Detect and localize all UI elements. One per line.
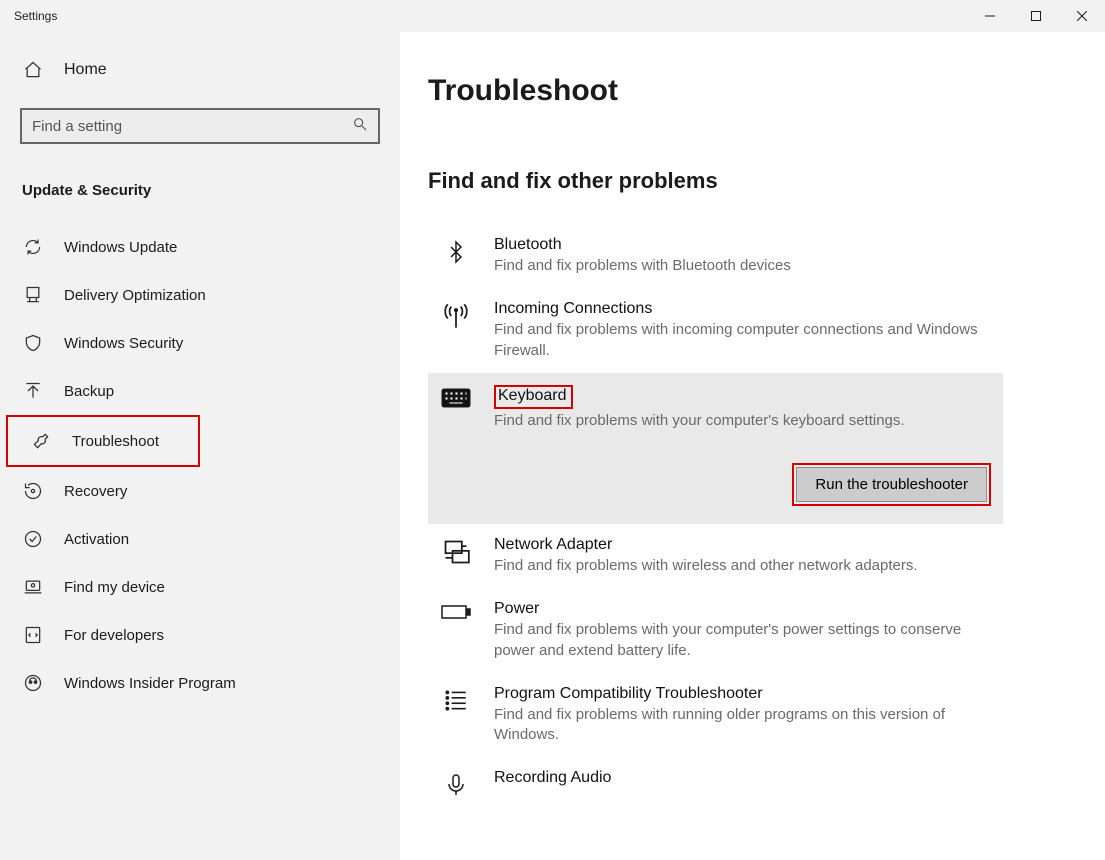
- run-troubleshooter-button[interactable]: Run the troubleshooter: [796, 467, 987, 502]
- sidebar: Home Update & Security Windows Update: [0, 32, 400, 860]
- microphone-icon: [440, 769, 472, 799]
- troubleshoot-item-desc: Find and fix problems with running older…: [494, 705, 991, 746]
- troubleshoot-item-power[interactable]: Power Find and fix problems with your co…: [428, 588, 1003, 673]
- battery-icon: [440, 600, 472, 622]
- troubleshoot-item-title: Incoming Connections: [494, 300, 991, 318]
- refresh-icon: [22, 237, 44, 257]
- sidebar-item-troubleshoot[interactable]: Troubleshoot: [6, 415, 200, 467]
- search-box[interactable]: [20, 108, 380, 144]
- troubleshoot-item-desc: Find and fix problems with incoming comp…: [494, 320, 991, 361]
- home-icon: [22, 60, 44, 80]
- troubleshoot-item-title: Network Adapter: [494, 536, 991, 554]
- troubleshoot-item-bluetooth[interactable]: Bluetooth Find and fix problems with Blu…: [428, 224, 1003, 288]
- troubleshoot-item-title: Recording Audio: [494, 769, 991, 787]
- sidebar-item-label: Delivery Optimization: [64, 287, 206, 304]
- sidebar-item-label: Windows Insider Program: [64, 675, 236, 692]
- troubleshoot-item-title: Program Compatibility Troubleshooter: [494, 685, 991, 703]
- delivery-icon: [22, 285, 44, 305]
- troubleshoot-item-desc: Find and fix problems with wireless and …: [494, 556, 991, 576]
- sidebar-item-activation[interactable]: Activation: [0, 515, 400, 563]
- maximize-button[interactable]: [1013, 0, 1059, 32]
- sidebar-item-windows-update[interactable]: Windows Update: [0, 223, 400, 271]
- titlebar: Settings: [0, 0, 1105, 32]
- troubleshoot-item-title: Keyboard: [494, 385, 573, 409]
- sidebar-group-label: Update & Security: [0, 152, 400, 211]
- check-circle-icon: [22, 529, 44, 549]
- sidebar-home[interactable]: Home: [0, 50, 400, 90]
- troubleshoot-item-network-adapter[interactable]: Network Adapter Find and fix problems wi…: [428, 524, 1003, 588]
- sidebar-item-recovery[interactable]: Recovery: [0, 467, 400, 515]
- minimize-button[interactable]: [967, 0, 1013, 32]
- insider-icon: [22, 673, 44, 693]
- recovery-icon: [22, 481, 44, 501]
- sidebar-item-label: Activation: [64, 531, 129, 548]
- developer-icon: [22, 625, 44, 645]
- sidebar-item-label: Backup: [64, 383, 114, 400]
- sidebar-item-backup[interactable]: Backup: [0, 367, 400, 415]
- keyboard-icon: [440, 385, 472, 409]
- troubleshoot-item-recording-audio[interactable]: Recording Audio: [428, 757, 1003, 811]
- sidebar-item-label: Recovery: [64, 483, 127, 500]
- window-controls: [967, 0, 1105, 32]
- sidebar-item-windows-insider[interactable]: Windows Insider Program: [0, 659, 400, 707]
- troubleshoot-item-keyboard[interactable]: Keyboard Find and fix problems with your…: [428, 373, 1003, 524]
- shield-icon: [22, 333, 44, 353]
- sidebar-home-label: Home: [64, 61, 107, 79]
- sidebar-item-label: For developers: [64, 627, 164, 644]
- search-icon: [352, 116, 368, 136]
- search-input[interactable]: [22, 110, 378, 142]
- antenna-icon: [440, 300, 472, 330]
- page-title: Troubleshoot: [428, 74, 1075, 108]
- sidebar-item-label: Find my device: [64, 579, 165, 596]
- backup-icon: [22, 381, 44, 401]
- troubleshoot-item-title: Bluetooth: [494, 236, 991, 254]
- troubleshoot-item-incoming-connections[interactable]: Incoming Connections Find and fix proble…: [428, 288, 1003, 373]
- sidebar-item-for-developers[interactable]: For developers: [0, 611, 400, 659]
- troubleshoot-item-program-compatibility[interactable]: Program Compatibility Troubleshooter Fin…: [428, 673, 1003, 758]
- sidebar-item-delivery-optimization[interactable]: Delivery Optimization: [0, 271, 400, 319]
- bluetooth-icon: [440, 236, 472, 266]
- window-title: Settings: [14, 9, 57, 23]
- sidebar-nav: Windows Update Delivery Optimization Win…: [0, 223, 400, 707]
- sidebar-item-label: Windows Update: [64, 239, 177, 256]
- list-icon: [440, 685, 472, 713]
- troubleshoot-item-title: Power: [494, 600, 991, 618]
- sidebar-item-find-my-device[interactable]: Find my device: [0, 563, 400, 611]
- location-icon: [22, 577, 44, 597]
- wrench-icon: [30, 431, 52, 451]
- troubleshoot-item-desc: Find and fix problems with Bluetooth dev…: [494, 256, 991, 276]
- close-button[interactable]: [1059, 0, 1105, 32]
- sidebar-item-label: Troubleshoot: [72, 433, 159, 450]
- sidebar-item-label: Windows Security: [64, 335, 183, 352]
- section-title: Find and fix other problems: [428, 168, 1075, 194]
- troubleshoot-item-desc: Find and fix problems with your computer…: [494, 411, 991, 431]
- sidebar-item-windows-security[interactable]: Windows Security: [0, 319, 400, 367]
- content-area: Troubleshoot Find and fix other problems…: [400, 32, 1105, 860]
- troubleshoot-item-desc: Find and fix problems with your computer…: [494, 620, 991, 661]
- troubleshooter-list: Bluetooth Find and fix problems with Blu…: [428, 224, 1003, 811]
- network-adapter-icon: [440, 536, 472, 566]
